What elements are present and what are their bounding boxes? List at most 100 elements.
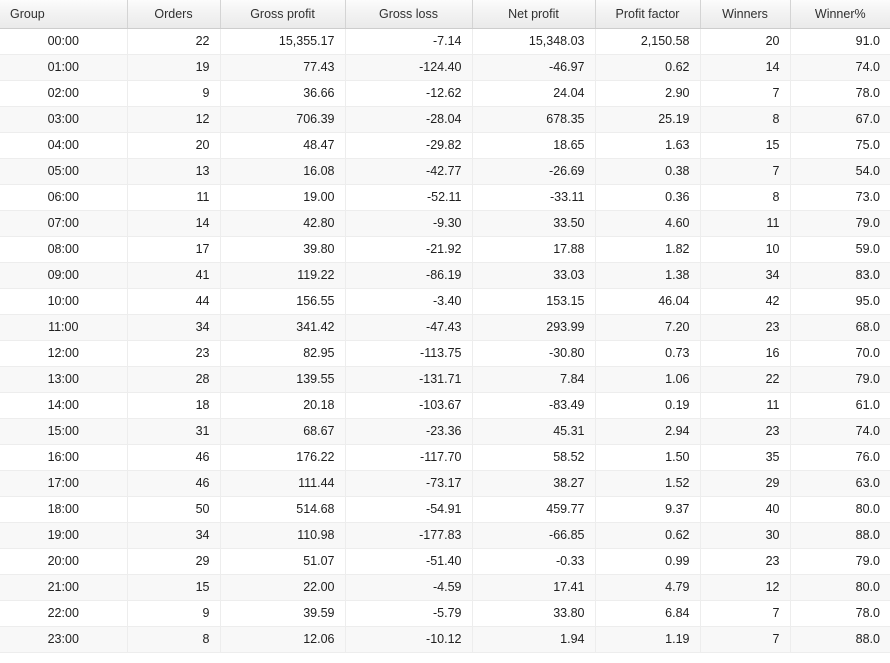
cell-profit_factor: 0.38 — [595, 158, 701, 185]
cell-profit_factor: 4.79 — [595, 574, 701, 601]
cell-net_profit: 45.31 — [472, 418, 596, 445]
table-row[interactable]: 09:00 41 119.22 -86.19 33.03 1.38 34 83.0 — [0, 262, 890, 289]
cell-net_profit: 58.52 — [472, 444, 596, 471]
cell-gross_profit: 39.80 — [220, 236, 346, 263]
column-header-group[interactable]: Group — [0, 0, 128, 29]
cell-gross_profit: 16.08 — [220, 158, 346, 185]
table-row[interactable]: 23:00 8 12.06 -10.12 1.94 1.19 7 88.0 — [0, 626, 890, 653]
cell-gross_loss: -28.04 — [345, 106, 473, 133]
cell-orders: 34 — [127, 522, 221, 549]
column-header-gross-profit[interactable]: Gross profit — [220, 0, 346, 29]
cell-orders: 8 — [127, 626, 221, 653]
cell-winner_pct: 70.0 — [790, 340, 890, 367]
cell-winner_pct: 63.0 — [790, 470, 890, 497]
cell-gross_profit: 51.07 — [220, 548, 346, 575]
table-row[interactable]: 00:00 22 15,355.17 -7.14 15,348.03 2,150.58 20… — [0, 28, 890, 55]
table-row[interactable]: 07:00 14 42.80 -9.30 33.50 4.60 11 79.0 — [0, 210, 890, 237]
cell-group: 04:00 — [0, 132, 128, 159]
table-row[interactable]: 04:00 20 48.47 -29.82 18.65 1.63 15 75.0 — [0, 132, 890, 159]
cell-net_profit: 33.80 — [472, 600, 596, 627]
cell-group: 08:00 — [0, 236, 128, 263]
cell-orders: 15 — [127, 574, 221, 601]
cell-net_profit: 7.84 — [472, 366, 596, 393]
cell-winners: 7 — [700, 158, 791, 185]
cell-net_profit: 33.03 — [472, 262, 596, 289]
cell-profit_factor: 25.19 — [595, 106, 701, 133]
cell-winners: 23 — [700, 314, 791, 341]
cell-net_profit: 1.94 — [472, 626, 596, 653]
cell-net_profit: 17.88 — [472, 236, 596, 263]
table-row[interactable]: 19:00 34 110.98 -177.83 -66.85 0.62 30 88.0 — [0, 522, 890, 549]
cell-gross_profit: 48.47 — [220, 132, 346, 159]
cell-profit_factor: 1.82 — [595, 236, 701, 263]
cell-winner_pct: 79.0 — [790, 548, 890, 575]
cell-group: 01:00 — [0, 54, 128, 81]
cell-winners: 7 — [700, 600, 791, 627]
cell-orders: 19 — [127, 54, 221, 81]
cell-gross_profit: 139.55 — [220, 366, 346, 393]
table-row[interactable]: 15:00 31 68.67 -23.36 45.31 2.94 23 74.0 — [0, 418, 890, 445]
cell-winners: 40 — [700, 496, 791, 523]
table-row[interactable]: 06:00 11 19.00 -52.11 -33.11 0.36 8 73.0 — [0, 184, 890, 211]
cell-gross_loss: -29.82 — [345, 132, 473, 159]
table-row[interactable]: 12:00 23 82.95 -113.75 -30.80 0.73 16 70.0 — [0, 340, 890, 367]
cell-profit_factor: 2.90 — [595, 80, 701, 107]
cell-orders: 12 — [127, 106, 221, 133]
column-header-net-profit[interactable]: Net profit — [472, 0, 596, 29]
cell-net_profit: 15,348.03 — [472, 28, 596, 55]
cell-profit_factor: 0.99 — [595, 548, 701, 575]
cell-profit_factor: 1.38 — [595, 262, 701, 289]
table-row[interactable]: 17:00 46 111.44 -73.17 38.27 1.52 29 63.0 — [0, 470, 890, 497]
cell-winner_pct: 67.0 — [790, 106, 890, 133]
cell-winner_pct: 74.0 — [790, 418, 890, 445]
table-row[interactable]: 03:00 12 706.39 -28.04 678.35 25.19 8 67.0 — [0, 106, 890, 133]
column-header-winners[interactable]: Winners — [700, 0, 791, 29]
cell-gross_loss: -9.30 — [345, 210, 473, 237]
cell-gross_profit: 36.66 — [220, 80, 346, 107]
table-row[interactable]: 13:00 28 139.55 -131.71 7.84 1.06 22 79.0 — [0, 366, 890, 393]
cell-profit_factor: 2,150.58 — [595, 28, 701, 55]
table-row[interactable]: 18:00 50 514.68 -54.91 459.77 9.37 40 80.0 — [0, 496, 890, 523]
cell-winners: 11 — [700, 392, 791, 419]
table-row[interactable]: 01:00 19 77.43 -124.40 -46.97 0.62 14 74.0 — [0, 54, 890, 81]
cell-group: 11:00 — [0, 314, 128, 341]
table-row[interactable]: 02:00 9 36.66 -12.62 24.04 2.90 7 78.0 — [0, 80, 890, 107]
cell-gross_profit: 156.55 — [220, 288, 346, 315]
cell-gross_profit: 341.42 — [220, 314, 346, 341]
column-header-profit-factor[interactable]: Profit factor — [595, 0, 701, 29]
cell-gross_profit: 77.43 — [220, 54, 346, 81]
table-row[interactable]: 14:00 18 20.18 -103.67 -83.49 0.19 11 61.0 — [0, 392, 890, 419]
column-header-winner-pct[interactable]: Winner% — [790, 0, 890, 29]
cell-gross_loss: -113.75 — [345, 340, 473, 367]
cell-gross_loss: -12.62 — [345, 80, 473, 107]
table-row[interactable]: 20:00 29 51.07 -51.40 -0.33 0.99 23 79.0 — [0, 548, 890, 575]
cell-net_profit: -83.49 — [472, 392, 596, 419]
cell-gross_profit: 22.00 — [220, 574, 346, 601]
cell-gross_profit: 42.80 — [220, 210, 346, 237]
table-row[interactable]: 22:00 9 39.59 -5.79 33.80 6.84 7 78.0 — [0, 600, 890, 627]
table-row[interactable]: 21:00 15 22.00 -4.59 17.41 4.79 12 80.0 — [0, 574, 890, 601]
cell-winners: 7 — [700, 626, 791, 653]
cell-gross_loss: -86.19 — [345, 262, 473, 289]
cell-group: 23:00 — [0, 626, 128, 653]
cell-winner_pct: 88.0 — [790, 522, 890, 549]
cell-winner_pct: 61.0 — [790, 392, 890, 419]
cell-winners: 12 — [700, 574, 791, 601]
cell-orders: 31 — [127, 418, 221, 445]
cell-orders: 22 — [127, 28, 221, 55]
column-header-gross-loss[interactable]: Gross loss — [345, 0, 473, 29]
table-row[interactable]: 05:00 13 16.08 -42.77 -26.69 0.38 7 54.0 — [0, 158, 890, 185]
cell-gross_profit: 15,355.17 — [220, 28, 346, 55]
table-row[interactable]: 16:00 46 176.22 -117.70 58.52 1.50 35 76.0 — [0, 444, 890, 471]
table-row[interactable]: 08:00 17 39.80 -21.92 17.88 1.82 10 59.0 — [0, 236, 890, 263]
cell-group: 16:00 — [0, 444, 128, 471]
table-row[interactable]: 10:00 44 156.55 -3.40 153.15 46.04 42 95.0 — [0, 288, 890, 315]
table-row[interactable]: 11:00 34 341.42 -47.43 293.99 7.20 23 68.0 — [0, 314, 890, 341]
cell-profit_factor: 4.60 — [595, 210, 701, 237]
cell-net_profit: -66.85 — [472, 522, 596, 549]
cell-profit_factor: 1.06 — [595, 366, 701, 393]
cell-orders: 23 — [127, 340, 221, 367]
column-header-orders[interactable]: Orders — [127, 0, 221, 29]
cell-orders: 20 — [127, 132, 221, 159]
cell-winners: 23 — [700, 548, 791, 575]
